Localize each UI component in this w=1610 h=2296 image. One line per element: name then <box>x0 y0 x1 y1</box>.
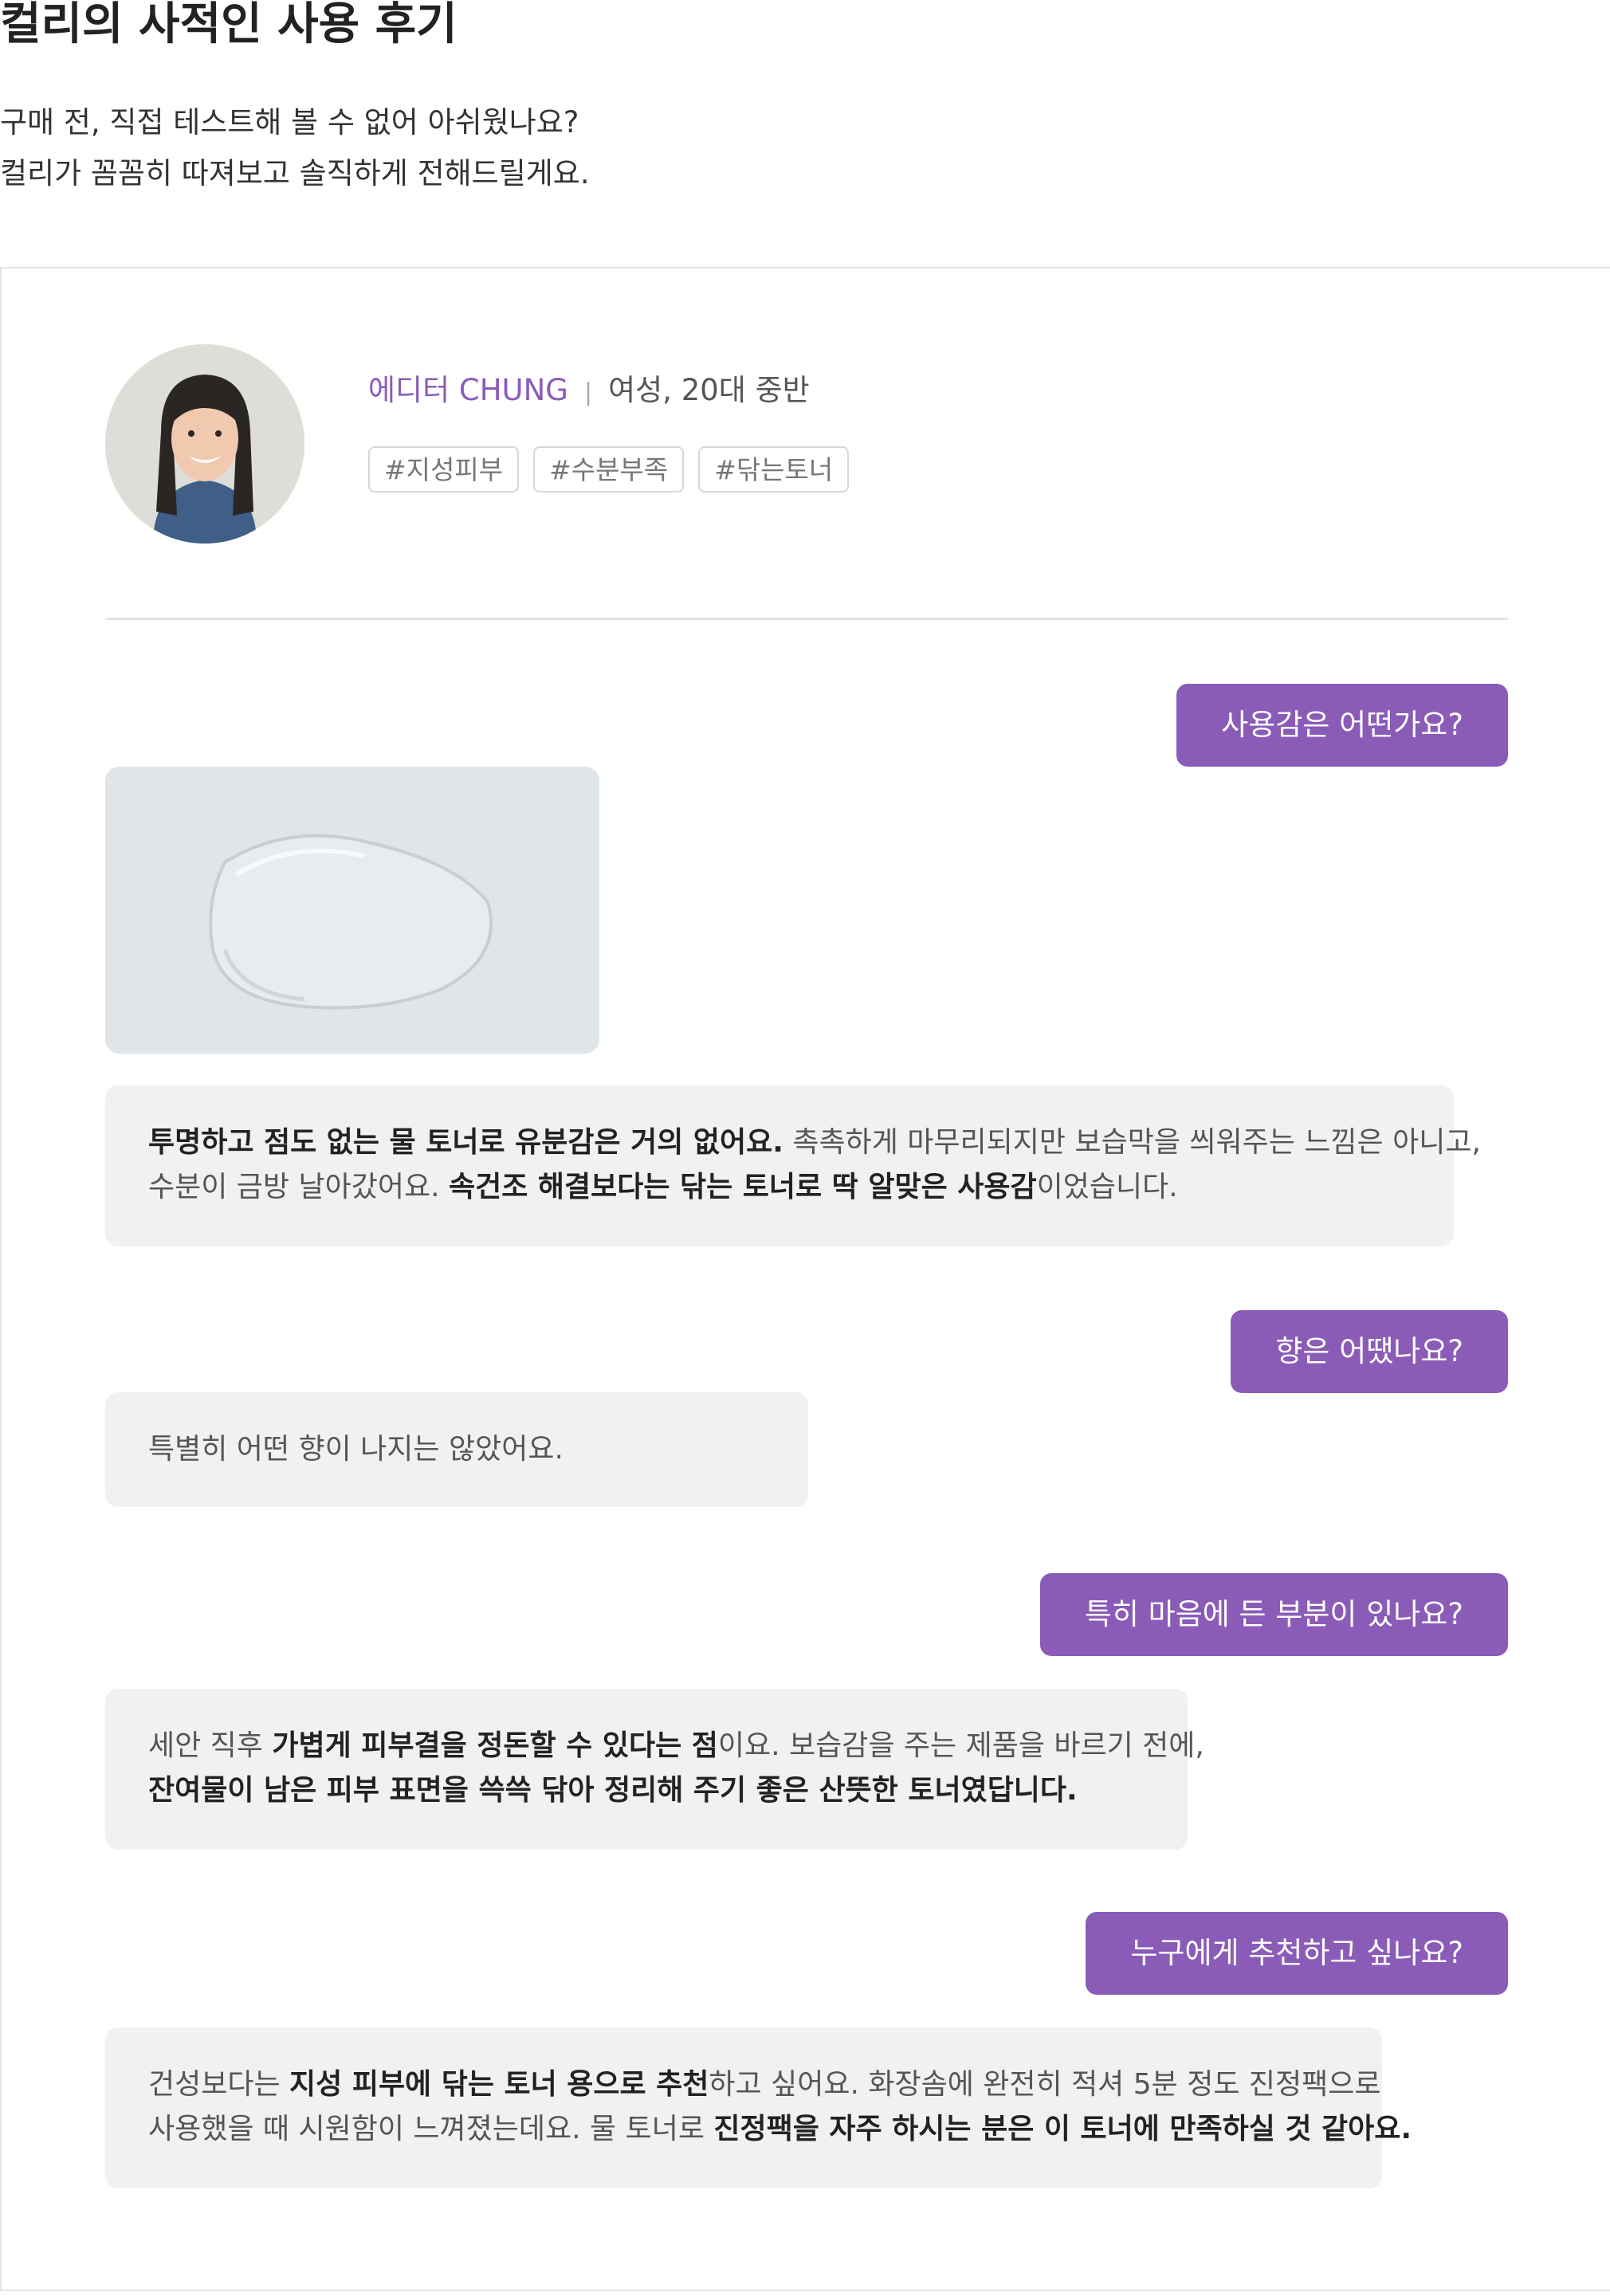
answer-highlight: 투명하고 점도 없는 물 토너로 유분감은 거의 없어요. <box>148 1126 783 1159</box>
question-bubble: 누구에게 추천하고 싶나요? <box>1086 1912 1508 1995</box>
editor-portrait-image <box>105 344 304 544</box>
tag-list: #지성피부 #수분부족 #닦는토너 <box>368 446 863 493</box>
answer-highlight: 잔여물이 남은 피부 표면을 쓱쓱 닦아 정리해 주기 좋은 산뜻한 토너였답니… <box>148 1774 1078 1807</box>
product-texture-image <box>105 767 599 1054</box>
review-card: 에디터 CHUNG | 여성, 20대 중반 #지성피부 #수분부족 #닦는토너 사용감… <box>0 267 1610 2291</box>
answer-bubble: 세안 직후 가볍게 피부결을 정돈할 수 있다는 점이요. 보습감을 주는 제품… <box>105 1689 1204 1850</box>
editor-profile: 에디터 CHUNG | 여성, 20대 중반 #지성피부 #수분부족 #닦는토너 <box>105 344 1508 544</box>
toner-drop-image <box>105 767 599 1054</box>
answer-line: 사용했을 때 시원함이 느껴졌는데요. 물 토너로 진정팩을 자주 하시는 분은… <box>148 2107 1412 2152</box>
answer-line: 특별히 어떤 향이 나지는 않았어요. <box>148 1433 564 1466</box>
answer-line: 잔여물이 남은 피부 표면을 쓱쓱 닦아 정리해 주기 좋은 산뜻한 토너였답니… <box>148 1768 1145 1813</box>
intro-line: 구매 전, 직접 테스트해 볼 수 없어 아쉬웠나요? <box>0 105 579 139</box>
answer-text: 이요. 보습감을 주는 제품을 바르기 전에, <box>717 1729 1204 1762</box>
tag-wiping-toner: #닦는토너 <box>698 446 850 493</box>
question-bubble: 사용감은 어떤가요? <box>1176 684 1508 767</box>
meta-separator: | <box>583 379 593 406</box>
answer-text: 수분이 금방 날아갔어요. <box>148 1171 449 1203</box>
editor-name: 에디터 CHUNG <box>368 373 568 407</box>
answer-text: 촉촉하게 마무리되지만 보습막을 씌워주는 느낌은 아니고, <box>783 1126 1481 1159</box>
answer-text: 세안 직후 <box>148 1729 273 1762</box>
answer-highlight: 가볍게 피부결을 정돈할 수 있다는 점 <box>272 1729 718 1762</box>
editor-demographic: 여성, 20대 중반 <box>608 373 810 407</box>
tag-dehydrated: #수분부족 <box>533 446 685 493</box>
page-title: 컬리의 사적인 사용 후기 <box>0 0 457 50</box>
answer-bubble: 특별히 어떤 향이 나지는 않았어요. <box>105 1392 808 1507</box>
answer-bubble: 건성보다는 지성 피부에 닦는 토너 용으로 추천하고 싶어요. 화장솜에 완전… <box>105 2027 1412 2188</box>
editor-meta: 에디터 CHUNG | 여성, 20대 중반 <box>368 373 810 410</box>
answer-highlight: 진정팩을 자주 하시는 분은 이 토너에 만족하실 것 같아요. <box>713 2113 1412 2145</box>
avatar <box>105 344 304 544</box>
intro-text: 구매 전, 직접 테스트해 볼 수 없어 아쉬웠나요? 컬리가 꼼꼼히 따져보고… <box>0 97 590 199</box>
tag-oily-skin: #지성피부 <box>368 446 520 493</box>
answer-text: 하고 싶어요. 화장솜에 완전히 적셔 5분 정도 진정팩으로 <box>709 2068 1381 2101</box>
answer-text: 이었습니다. <box>1036 1171 1178 1203</box>
answer-highlight: 지성 피부에 닦는 토너 용으로 추천 <box>289 2068 709 2101</box>
question-bubble: 향은 어땠나요? <box>1231 1310 1508 1393</box>
answer-line: 수분이 금방 날아갔어요. 속건조 해결보다는 닦는 토너로 딱 알맞은 사용감… <box>148 1165 1411 1210</box>
answer-bubble: 투명하고 점도 없는 물 토너로 유분감은 거의 없어요. 촉촉하게 마무리되지… <box>105 1085 1481 1246</box>
answer-text: 건성보다는 <box>148 2068 290 2101</box>
answer-text: 사용했을 때 시원함이 느껴졌는데요. 물 토너로 <box>148 2113 714 2145</box>
question-bubble: 특히 마음에 든 부분이 있나요? <box>1039 1573 1508 1656</box>
answer-line: 투명하고 점도 없는 물 토너로 유분감은 거의 없어요. 촉촉하게 마무리되지… <box>148 1121 1481 1165</box>
answer-line: 건성보다는 지성 피부에 닦는 토너 용으로 추천하고 싶어요. 화장솜에 완전… <box>148 2062 1381 2107</box>
intro-line: 컬리가 꼼꼼히 따져보고 솔직하게 전해드릴게요. <box>0 156 590 190</box>
answer-highlight: 속건조 해결보다는 닦는 토너로 딱 알맞은 사용감 <box>448 1171 1037 1203</box>
divider <box>105 618 1508 620</box>
answer-line: 세안 직후 가볍게 피부결을 정돈할 수 있다는 점이요. 보습감을 주는 제품… <box>148 1724 1204 1768</box>
